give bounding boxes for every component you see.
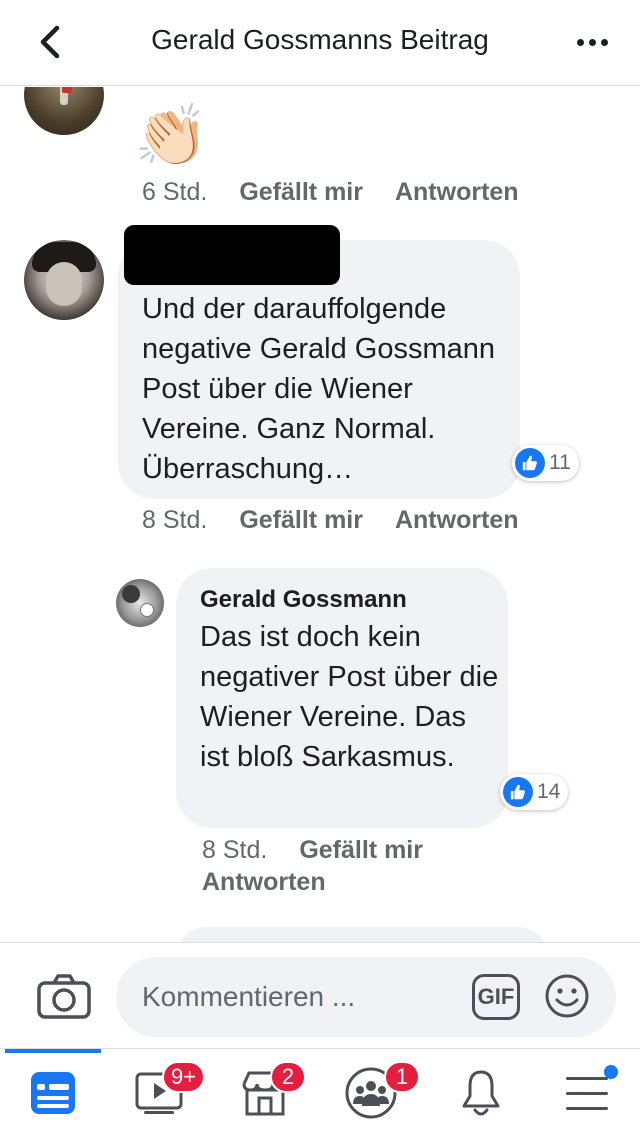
comment-time: 8 Std. xyxy=(142,506,208,534)
reaction-summary[interactable]: 11 xyxy=(512,445,579,481)
comment-time: 8 Std. xyxy=(202,836,268,864)
comment-text: Das ist doch kein negativer Post über di… xyxy=(200,621,499,773)
new-indicator-dot xyxy=(604,1065,618,1079)
page-title: Gerald Gossmanns Beitrag xyxy=(151,24,489,55)
comment-bubble[interactable]: Gerald Gossmann Das ist doch kein negati… xyxy=(176,568,508,828)
gif-button[interactable]: GIF xyxy=(472,974,520,1020)
comment-bubble[interactable] xyxy=(176,927,548,942)
camera-icon xyxy=(37,974,91,1019)
like-comment-link[interactable]: Gefällt mir xyxy=(239,178,363,206)
top-bar: Gerald Gossmanns Beitrag xyxy=(0,0,640,86)
reaction-count: 14 xyxy=(537,780,561,803)
hamburger-menu-icon xyxy=(566,1077,608,1110)
more-options-button[interactable] xyxy=(572,22,612,62)
avatar[interactable] xyxy=(24,87,104,135)
comment-text: Und der darauffolgende negative Gerald G… xyxy=(142,293,496,485)
camera-button[interactable] xyxy=(36,973,92,1021)
notification-badge: 9+ xyxy=(162,1061,206,1093)
reply-link[interactable]: Antworten xyxy=(395,506,519,534)
thumbs-up-icon xyxy=(503,777,533,807)
comment-emoji: 👏🏻 xyxy=(134,101,209,171)
like-comment-link[interactable]: Gefällt mir xyxy=(239,506,363,534)
thumbs-up-icon xyxy=(515,448,545,478)
notification-badge: 1 xyxy=(384,1061,420,1093)
comment-time: 6 Std. xyxy=(142,178,208,206)
comment-author[interactable]: Gerald Gossmann xyxy=(200,586,407,614)
redaction-mark xyxy=(124,225,340,285)
comment-field[interactable]: GIF xyxy=(116,957,616,1037)
more-dot xyxy=(588,38,596,46)
avatar[interactable] xyxy=(116,579,164,627)
comment-meta: 8 Std. Gefällt mir Antworten xyxy=(202,834,502,898)
tab-notifications[interactable] xyxy=(428,1049,534,1136)
reaction-summary[interactable]: 14 xyxy=(500,774,569,810)
more-dot xyxy=(600,38,608,46)
tab-watch[interactable]: 9+ xyxy=(106,1049,212,1136)
tab-menu[interactable] xyxy=(534,1049,640,1136)
comment-meta: 8 Std. Gefällt mir Antworten xyxy=(142,506,551,535)
comment-list[interactable]: 👏🏻 6 Std. Gefällt mir Antworten Und der da… xyxy=(0,87,640,942)
more-dots-icon xyxy=(576,38,584,46)
gif-icon: GIF xyxy=(477,984,515,1009)
comment-composer: GIF xyxy=(0,942,640,1048)
bottom-tab-bar: 9+ 2 1 xyxy=(0,1048,640,1136)
avatar[interactable] xyxy=(24,240,104,320)
tab-groups[interactable]: 1 xyxy=(318,1049,424,1136)
reply-link[interactable]: Antworten xyxy=(202,868,326,896)
reply-link[interactable]: Antworten xyxy=(395,178,519,206)
like-comment-link[interactable]: Gefällt mir xyxy=(299,836,423,864)
comment-input[interactable] xyxy=(142,979,442,1015)
bell-icon xyxy=(462,1070,500,1116)
tab-marketplace[interactable]: 2 xyxy=(212,1049,318,1136)
notification-badge: 2 xyxy=(270,1061,306,1093)
smiley-icon xyxy=(545,974,589,1018)
tab-news-feed[interactable] xyxy=(0,1049,106,1136)
reaction-count: 11 xyxy=(549,451,571,474)
emoji-button[interactable] xyxy=(544,973,590,1019)
comment-meta: 6 Std. Gefällt mir Antworten xyxy=(142,178,551,207)
news-feed-icon xyxy=(31,1072,75,1114)
